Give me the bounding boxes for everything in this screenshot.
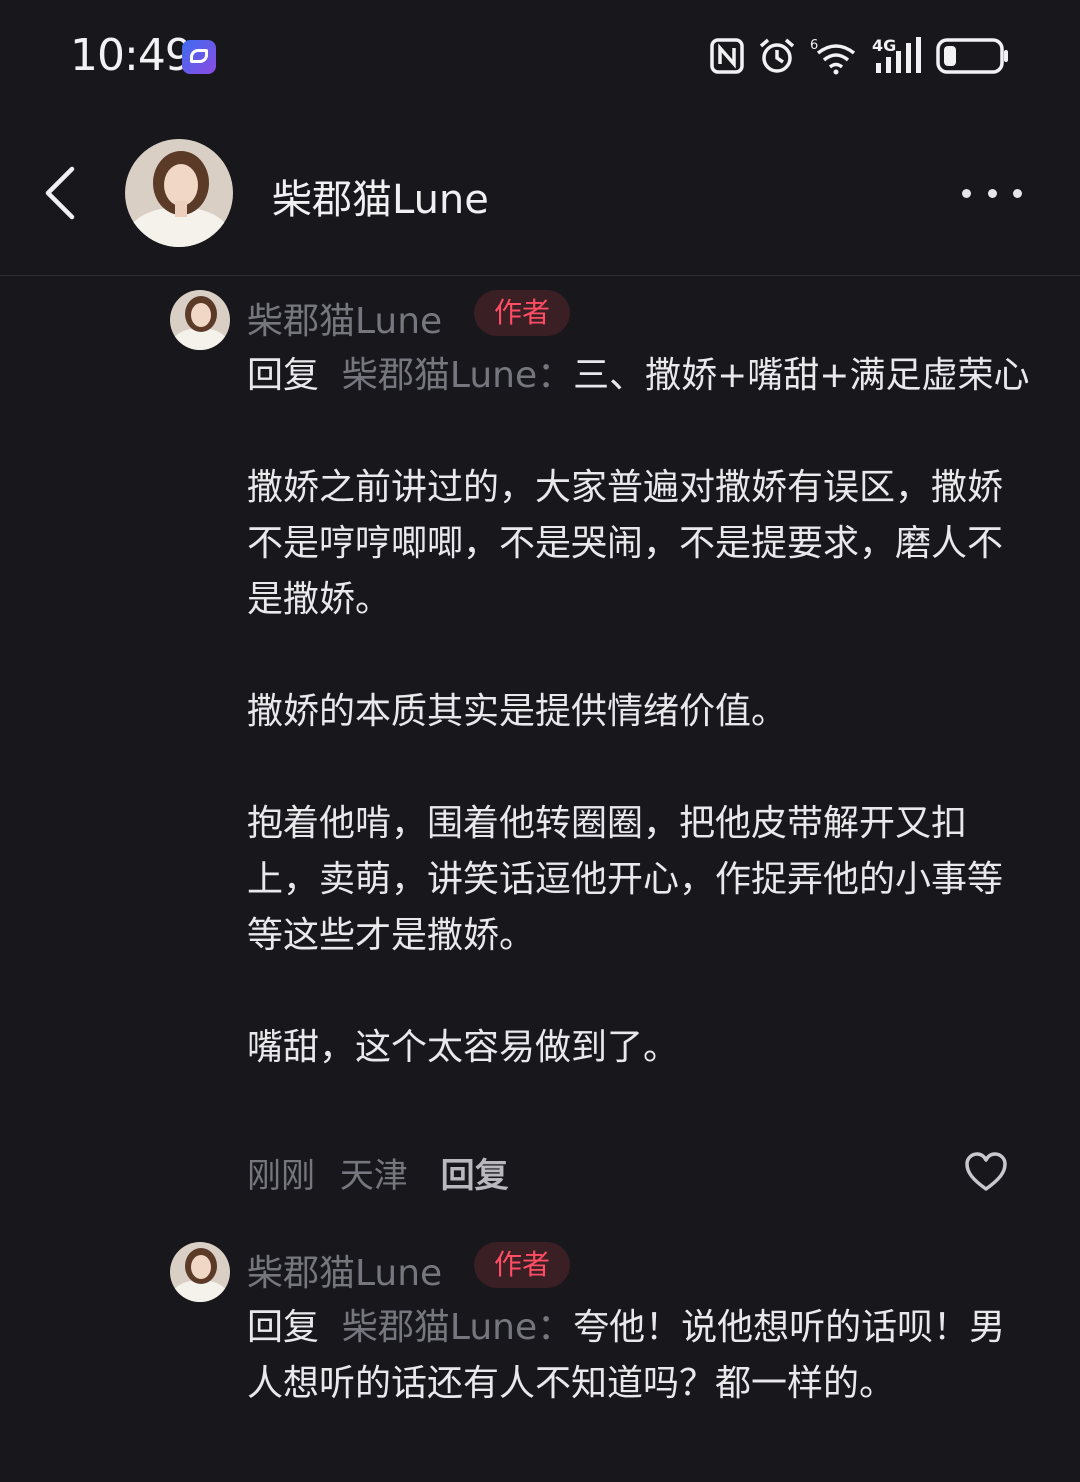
chat-header: 柴郡猫Lune (0, 115, 1080, 276)
author-badge: 作者 (474, 1242, 571, 1288)
comment-time: 刚刚 (247, 1156, 315, 1196)
author-badge: 作者 (474, 290, 571, 336)
comment-location: 天津 (339, 1156, 408, 1196)
reply-button[interactable]: 回复 (441, 1156, 509, 1196)
comment-text[interactable]: 回复 柴郡猫Lune：三、撒娇+嘴甜+满足虚荣心 撒娇之前讲过的，大家普遍对撒娇… (247, 348, 1037, 1076)
status-bar: 10:49 6 4G (0, 0, 1080, 115)
status-time: 10:49 (70, 30, 193, 81)
chevron-left-icon[interactable] (38, 163, 86, 223)
app-notification-icon (182, 40, 216, 74)
comment-item: 柴郡猫Lune 作者 回复 柴郡猫Lune：夸他！说他想听的话呗！男人想听的话还… (0, 1228, 1080, 1482)
comment-avatar[interactable] (170, 1242, 230, 1302)
battery-icon (936, 38, 1008, 74)
comment-author[interactable]: 柴郡猫Lune (247, 1244, 442, 1296)
heart-icon[interactable] (964, 1152, 1008, 1192)
more-dots-icon[interactable] (962, 173, 1022, 213)
comment-avatar[interactable] (170, 290, 230, 350)
system-icons: 6 4G (710, 34, 1010, 78)
reply-target[interactable]: 柴郡猫Lune： (342, 1307, 573, 1348)
alarm-icon (759, 38, 795, 73)
nfc-icon (710, 38, 744, 74)
comment-meta: 刚刚 天津 回复 (247, 1148, 509, 1197)
svg-text:6: 6 (810, 38, 818, 53)
comment-author[interactable]: 柴郡猫Lune (247, 292, 442, 344)
svg-text:4G: 4G (872, 37, 896, 55)
reply-target[interactable]: 柴郡猫Lune： (342, 355, 573, 396)
page-title: 柴郡猫Lune (272, 177, 489, 223)
comment-item: 柴郡猫Lune 作者 回复 柴郡猫Lune：三、撒娇+嘴甜+满足虚荣心 撒娇之前… (0, 276, 1080, 1216)
wifi-icon: 6 (810, 38, 856, 75)
signal-4g-icon: 4G (872, 37, 921, 73)
comment-text[interactable]: 回复 柴郡猫Lune：夸他！说他想听的话呗！男人想听的话还有人不知道吗？都一样的… (247, 1300, 1037, 1412)
avatar[interactable] (125, 139, 233, 247)
